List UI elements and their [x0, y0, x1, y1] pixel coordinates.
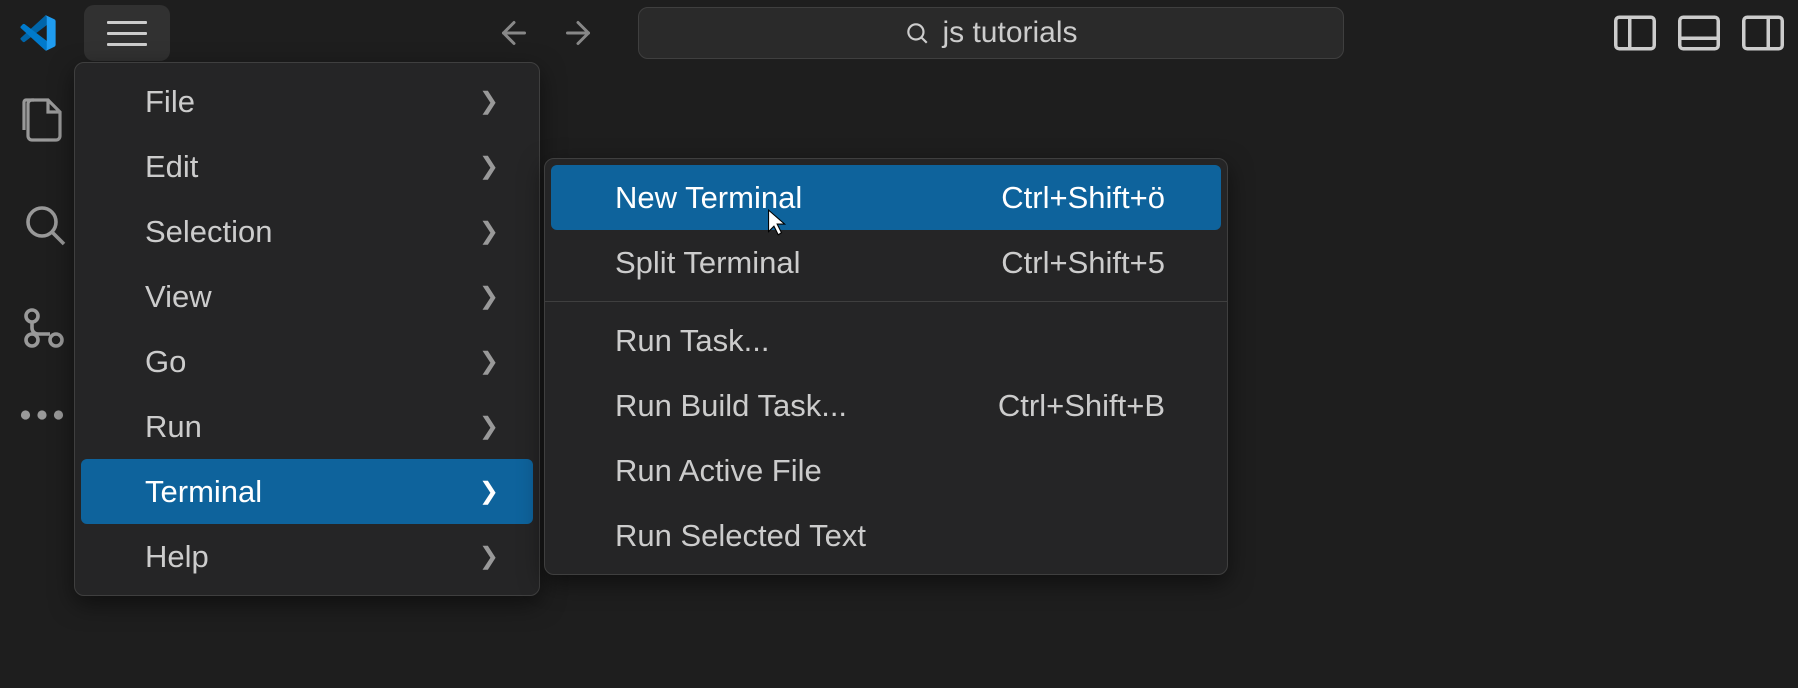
title-bar: js tutorials — [0, 0, 1798, 66]
chevron-right-icon: ❯ — [479, 412, 499, 441]
nav-arrows — [492, 11, 600, 55]
menu-label: Run — [145, 409, 202, 445]
submenu-run-selected-text[interactable]: Run Selected Text — [551, 503, 1221, 568]
menu-label: Selection — [145, 214, 273, 250]
search-sidebar-icon[interactable] — [20, 200, 68, 248]
chevron-right-icon: ❯ — [479, 477, 499, 506]
submenu-new-terminal[interactable]: New Terminal Ctrl+Shift+ö — [551, 165, 1221, 230]
main-menu: File ❯ Edit ❯ Selection ❯ View ❯ Go ❯ Ru… — [74, 62, 540, 596]
vscode-logo-icon — [18, 13, 58, 53]
submenu-split-terminal[interactable]: Split Terminal Ctrl+Shift+5 — [551, 230, 1221, 295]
menu-label: Help — [145, 539, 209, 575]
source-control-icon[interactable] — [20, 304, 68, 352]
submenu-label: New Terminal — [615, 180, 802, 216]
chevron-right-icon: ❯ — [479, 542, 499, 571]
submenu-run-task[interactable]: Run Task... — [551, 308, 1221, 373]
nav-back-button[interactable] — [492, 11, 536, 55]
menu-label: File — [145, 84, 195, 120]
chevron-right-icon: ❯ — [479, 152, 499, 181]
menu-label: Go — [145, 344, 186, 380]
submenu-shortcut: Ctrl+Shift+ö — [1001, 180, 1165, 216]
menu-edit[interactable]: Edit ❯ — [81, 134, 533, 199]
more-icon[interactable] — [20, 408, 68, 456]
layout-bottom-icon[interactable] — [1678, 15, 1720, 51]
submenu-label: Split Terminal — [615, 245, 801, 281]
submenu-separator — [545, 301, 1227, 302]
menu-view[interactable]: View ❯ — [81, 264, 533, 329]
search-box[interactable]: js tutorials — [638, 7, 1344, 59]
search-icon — [904, 20, 930, 46]
explorer-icon[interactable] — [20, 96, 68, 144]
submenu-run-build-task[interactable]: Run Build Task... Ctrl+Shift+B — [551, 373, 1221, 438]
submenu-shortcut: Ctrl+Shift+B — [998, 388, 1165, 424]
menu-label: Terminal — [145, 474, 262, 510]
layout-left-icon[interactable] — [1614, 15, 1656, 51]
menu-go[interactable]: Go ❯ — [81, 329, 533, 394]
submenu-label: Run Active File — [615, 453, 822, 489]
layout-right-icon[interactable] — [1742, 15, 1784, 51]
chevron-right-icon: ❯ — [479, 347, 499, 376]
menu-label: View — [145, 279, 212, 315]
submenu-shortcut: Ctrl+Shift+5 — [1001, 245, 1165, 281]
submenu-label: Run Selected Text — [615, 518, 866, 554]
hamburger-menu-button[interactable] — [84, 5, 170, 61]
chevron-right-icon: ❯ — [479, 87, 499, 116]
menu-file[interactable]: File ❯ — [81, 69, 533, 134]
chevron-right-icon: ❯ — [479, 217, 499, 246]
submenu-run-active-file[interactable]: Run Active File — [551, 438, 1221, 503]
menu-selection[interactable]: Selection ❯ — [81, 199, 533, 264]
search-text: js tutorials — [942, 16, 1077, 50]
nav-forward-button[interactable] — [556, 11, 600, 55]
menu-terminal[interactable]: Terminal ❯ — [81, 459, 533, 524]
submenu-label: Run Task... — [615, 323, 770, 359]
submenu-label: Run Build Task... — [615, 388, 847, 424]
menu-run[interactable]: Run ❯ — [81, 394, 533, 459]
chevron-right-icon: ❯ — [479, 282, 499, 311]
menu-label: Edit — [145, 149, 198, 185]
menu-help[interactable]: Help ❯ — [81, 524, 533, 589]
layout-icons — [1614, 15, 1788, 51]
terminal-submenu: New Terminal Ctrl+Shift+ö Split Terminal… — [544, 158, 1228, 575]
